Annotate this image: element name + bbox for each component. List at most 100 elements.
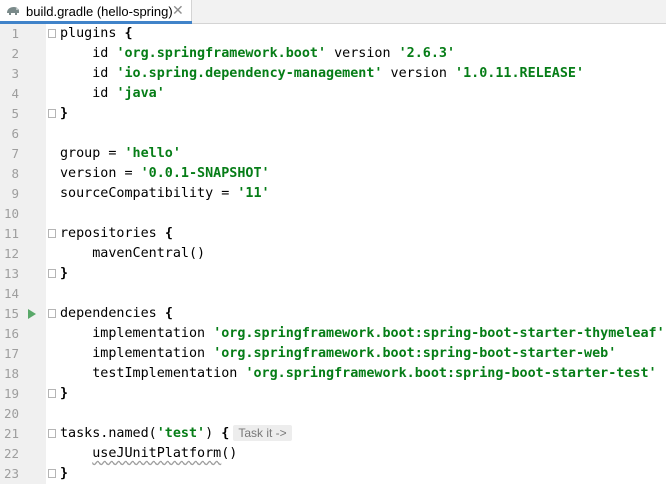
- code-token: testImplementation: [60, 366, 246, 381]
- code-token: useJUnitPlatform: [92, 446, 222, 461]
- line-number: 3: [11, 66, 19, 81]
- line-number: 12: [3, 246, 19, 261]
- code-text: id 'io.spring.dependency-management' ver…: [60, 64, 584, 84]
- string-literal: '11': [237, 186, 270, 201]
- line-number: 17: [3, 346, 19, 361]
- code-line[interactable]: 19}: [0, 384, 666, 404]
- code-line[interactable]: 12 mavenCentral(): [0, 244, 666, 264]
- fold-marker-icon[interactable]: [48, 269, 56, 278]
- tab-title: build.gradle (hello-spring): [26, 4, 173, 19]
- code-line[interactable]: 16 implementation 'org.springframework.b…: [0, 324, 666, 344]
- code-line[interactable]: 18 testImplementation 'org.springframewo…: [0, 364, 666, 384]
- line-number: 7: [11, 146, 19, 161]
- tab-build-gradle[interactable]: build.gradle (hello-spring) ✕: [0, 0, 192, 24]
- code-line[interactable]: 14: [0, 284, 666, 304]
- fold-marker-icon[interactable]: [48, 109, 56, 118]
- string-literal: 'hello': [124, 146, 181, 161]
- code-line[interactable]: 22 useJUnitPlatform(): [0, 444, 666, 464]
- code-text: }: [60, 264, 68, 284]
- code-line[interactable]: 3 id 'io.spring.dependency-management' v…: [0, 64, 666, 84]
- code-line[interactable]: 7 group = 'hello': [0, 144, 666, 164]
- code-line[interactable]: 1 plugins {: [0, 24, 666, 44]
- code-token: implementation: [60, 326, 214, 341]
- line-number: 10: [3, 206, 19, 221]
- code-line[interactable]: 23}: [0, 464, 666, 484]
- line-number: 9: [11, 186, 19, 201]
- code-line[interactable]: 9 sourceCompatibility = '11': [0, 184, 666, 204]
- code-line[interactable]: 6: [0, 124, 666, 144]
- code-text: implementation 'org.springframework.boot…: [60, 324, 665, 344]
- code-line[interactable]: 17 implementation 'org.springframework.b…: [0, 344, 666, 364]
- code-token: {: [164, 226, 173, 241]
- string-literal: 'org.springframework.boot': [116, 46, 327, 61]
- line-number: 13: [3, 266, 19, 281]
- code-text: }: [60, 104, 68, 124]
- editor-tab-bar: build.gradle (hello-spring) ✕: [0, 0, 666, 24]
- code-line[interactable]: 20: [0, 404, 666, 424]
- code-token: }: [60, 466, 69, 481]
- line-number: 14: [3, 286, 19, 301]
- run-gutter-icon[interactable]: [28, 309, 36, 319]
- line-number: 6: [11, 126, 19, 141]
- line-number: 15: [3, 306, 19, 321]
- code-line[interactable]: 2 id 'org.springframework.boot' version …: [0, 44, 666, 64]
- code-text: id 'org.springframework.boot' version '2…: [60, 44, 455, 64]
- fold-marker-icon[interactable]: [48, 469, 56, 478]
- line-number: 21: [3, 426, 19, 441]
- code-text: mavenCentral(): [60, 244, 205, 264]
- line-number: 11: [3, 226, 19, 241]
- code-token: }: [60, 266, 69, 281]
- code-text: useJUnitPlatform(): [60, 444, 237, 464]
- string-literal: '2.6.3': [398, 46, 456, 61]
- line-number: 2: [11, 46, 19, 61]
- code-line[interactable]: 11 repositories {: [0, 224, 666, 244]
- code-text: id 'java': [60, 84, 165, 104]
- code-token: id: [60, 86, 117, 101]
- code-text: dependencies {: [60, 304, 173, 324]
- string-literal: 'org.springframework.boot:spring-boot-st…: [213, 326, 665, 341]
- code-line[interactable]: 15 dependencies {: [0, 304, 666, 324]
- code-token: plugins: [60, 26, 125, 41]
- code-line[interactable]: 5}: [0, 104, 666, 124]
- code-text: testImplementation 'org.springframework.…: [60, 364, 657, 384]
- code-text: plugins {: [60, 24, 133, 44]
- line-number: 22: [3, 446, 19, 461]
- code-text: }: [60, 384, 68, 404]
- gradle-elephant-icon: [7, 7, 19, 15]
- string-literal: 'org.springframework.boot:spring-boot-st…: [245, 366, 657, 381]
- code-line[interactable]: 10: [0, 204, 666, 224]
- code-line[interactable]: 21 tasks.named('test') {Task it ->: [0, 424, 666, 444]
- code-token: (): [221, 446, 238, 461]
- close-icon[interactable]: ✕: [172, 2, 184, 19]
- fold-marker-icon[interactable]: [48, 309, 56, 318]
- line-number: 18: [3, 366, 19, 381]
- fold-marker-icon[interactable]: [48, 429, 56, 438]
- fold-marker-icon[interactable]: [48, 29, 56, 38]
- code-line[interactable]: 8 version = '0.0.1-SNAPSHOT': [0, 164, 666, 184]
- code-token: {: [164, 306, 173, 321]
- code-text: implementation 'org.springframework.boot…: [60, 344, 616, 364]
- code-token: version: [382, 66, 456, 81]
- string-literal: 'java': [116, 86, 165, 101]
- string-literal: 'io.spring.dependency-management': [116, 66, 383, 81]
- code-token: version =: [60, 166, 141, 181]
- code-text: sourceCompatibility = '11': [60, 184, 270, 204]
- code-line[interactable]: 13}: [0, 264, 666, 284]
- code-line[interactable]: 4 id 'java': [0, 84, 666, 104]
- string-literal: '0.0.1-SNAPSHOT': [140, 166, 270, 181]
- string-literal: 'org.springframework.boot:spring-boot-st…: [213, 346, 617, 361]
- code-token: {: [221, 426, 230, 441]
- line-number: 20: [3, 406, 19, 421]
- code-token: id: [60, 46, 117, 61]
- code-token: group =: [60, 146, 125, 161]
- fold-marker-icon[interactable]: [48, 389, 56, 398]
- line-number: 23: [3, 466, 19, 481]
- line-number: 19: [3, 386, 19, 401]
- line-number: 8: [11, 166, 19, 181]
- code-token: repositories: [60, 226, 165, 241]
- fold-marker-icon[interactable]: [48, 229, 56, 238]
- code-token: }: [60, 386, 69, 401]
- code-token: id: [60, 66, 117, 81]
- code-text: repositories {: [60, 224, 173, 244]
